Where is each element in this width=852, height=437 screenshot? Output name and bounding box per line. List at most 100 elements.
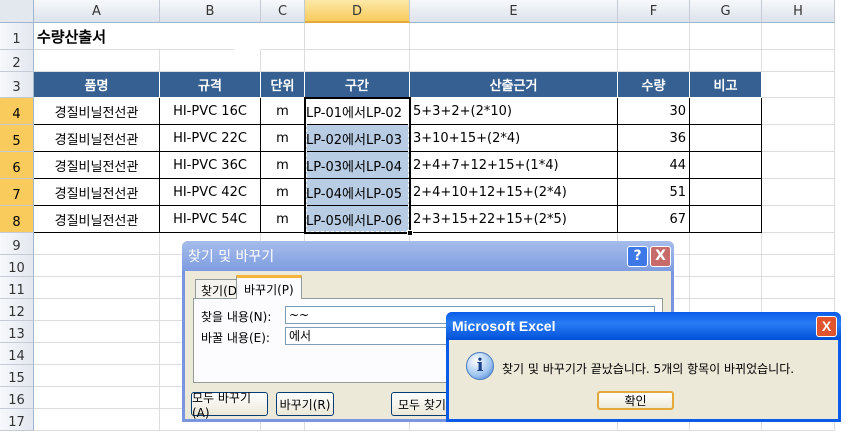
table-header[interactable]: 수량	[618, 72, 690, 98]
column-header-B[interactable]: B	[160, 0, 261, 23]
table-cell[interactable]: 5+3+2+(2*10)	[410, 98, 618, 125]
replace-all-button[interactable]: 모두 바꾸기(A)	[191, 391, 268, 420]
cell[interactable]	[690, 50, 762, 72]
cell[interactable]	[762, 72, 835, 98]
table-cell[interactable]: 36	[618, 125, 690, 152]
cell[interactable]	[34, 299, 160, 321]
table-header[interactable]: 규격	[160, 72, 261, 98]
row-header-9[interactable]: 9	[0, 233, 34, 255]
row-header-2[interactable]: 2	[0, 50, 34, 72]
table-cell[interactable]: 2+4+10+12+15+(2*4)	[410, 179, 618, 206]
table-cell[interactable]	[690, 98, 762, 125]
table-cell[interactable]: LP-05에서LP-06	[305, 206, 410, 233]
table-cell[interactable]: LP-02에서LP-03	[305, 125, 410, 152]
table-cell[interactable]: 51	[618, 179, 690, 206]
cell[interactable]	[762, 152, 835, 179]
cell[interactable]	[762, 98, 835, 125]
cell[interactable]	[762, 233, 835, 255]
select-all-button[interactable]	[0, 0, 34, 23]
table-cell[interactable]	[690, 125, 762, 152]
fill-handle[interactable]	[407, 230, 413, 236]
table-cell[interactable]: 경질비닐전선관	[34, 179, 160, 206]
cell[interactable]	[34, 50, 160, 72]
table-cell[interactable]	[690, 152, 762, 179]
table-cell[interactable]: HI-PVC 42C	[160, 179, 261, 206]
cell[interactable]	[34, 343, 160, 365]
column-header-H[interactable]: H	[762, 0, 835, 23]
table-cell[interactable]: 경질비닐전선관	[34, 152, 160, 179]
table-cell[interactable]: m	[261, 98, 305, 125]
cell[interactable]	[762, 277, 835, 299]
cell[interactable]	[34, 233, 160, 255]
table-cell[interactable]	[690, 206, 762, 233]
table-cell[interactable]	[690, 179, 762, 206]
table-cell[interactable]: LP-01에서LP-02	[305, 98, 410, 125]
row-header-12[interactable]: 12	[0, 299, 34, 321]
row-header-4[interactable]: 4	[0, 98, 34, 125]
table-cell[interactable]: 2+4+7+12+15+(1*4)	[410, 152, 618, 179]
column-header-A[interactable]: A	[34, 0, 160, 23]
cell[interactable]	[762, 179, 835, 206]
table-cell[interactable]: 3+10+15+(2*4)	[410, 125, 618, 152]
column-header-G[interactable]: G	[690, 0, 762, 23]
table-cell[interactable]: HI-PVC 54C	[160, 206, 261, 233]
tab-replace[interactable]: 바꾸기(P)	[236, 275, 302, 299]
cell[interactable]	[762, 23, 835, 50]
table-cell[interactable]: 2+3+15+22+15+(2*5)	[410, 206, 618, 233]
table-cell[interactable]: 44	[618, 152, 690, 179]
table-header[interactable]: 품명	[34, 72, 160, 98]
table-header[interactable]: 산출근거	[410, 72, 618, 98]
column-header-F[interactable]: F	[618, 0, 690, 23]
cell[interactable]	[690, 277, 762, 299]
cell[interactable]	[410, 23, 618, 50]
cell[interactable]	[618, 23, 690, 50]
find-replace-titlebar[interactable]: 찾기 및 바꾸기 ? X	[182, 241, 674, 271]
row-header-6[interactable]: 6	[0, 152, 34, 179]
table-cell[interactable]: HI-PVC 22C	[160, 125, 261, 152]
cell[interactable]	[34, 387, 160, 409]
close-button[interactable]: X	[816, 316, 837, 337]
row-header-14[interactable]: 14	[0, 343, 34, 365]
table-cell[interactable]: m	[261, 152, 305, 179]
cell[interactable]	[690, 23, 762, 50]
cell[interactable]	[34, 277, 160, 299]
cell[interactable]	[160, 50, 261, 72]
row-header-8[interactable]: 8	[0, 206, 34, 233]
replace-button[interactable]: 바꾸기(R)	[276, 392, 334, 416]
table-header[interactable]: 단위	[261, 72, 305, 98]
cell[interactable]	[261, 50, 305, 72]
cell[interactable]	[305, 50, 410, 72]
row-header-5[interactable]: 5	[0, 125, 34, 152]
table-cell[interactable]: LP-04에서LP-05	[305, 179, 410, 206]
row-header-1[interactable]: 1	[0, 23, 34, 50]
ok-button[interactable]: 확인	[597, 391, 674, 410]
cell[interactable]	[762, 255, 835, 277]
row-header-11[interactable]: 11	[0, 277, 34, 299]
column-header-C[interactable]: C	[261, 0, 305, 23]
row-header-13[interactable]: 13	[0, 321, 34, 343]
table-cell[interactable]: 30	[618, 98, 690, 125]
cell[interactable]	[34, 409, 160, 431]
cell[interactable]	[762, 50, 835, 72]
row-header-3[interactable]: 3	[0, 72, 34, 98]
row-header-7[interactable]: 7	[0, 179, 34, 206]
row-header-10[interactable]: 10	[0, 255, 34, 277]
cell[interactable]	[762, 125, 835, 152]
cell[interactable]	[410, 50, 618, 72]
table-cell[interactable]: m	[261, 125, 305, 152]
table-cell[interactable]: 경질비닐전선관	[34, 125, 160, 152]
cell[interactable]	[690, 255, 762, 277]
table-cell[interactable]: HI-PVC 16C	[160, 98, 261, 125]
row-header-17[interactable]: 17	[0, 409, 34, 431]
table-cell[interactable]: m	[261, 179, 305, 206]
table-header[interactable]: 구간	[305, 72, 410, 98]
table-cell[interactable]: 67	[618, 206, 690, 233]
cell[interactable]	[762, 206, 835, 233]
help-button[interactable]: ?	[627, 246, 648, 267]
cell[interactable]	[34, 365, 160, 387]
cell[interactable]	[261, 23, 305, 50]
row-header-15[interactable]: 15	[0, 365, 34, 387]
table-cell[interactable]: m	[261, 206, 305, 233]
cell[interactable]	[34, 255, 160, 277]
table-cell[interactable]: 경질비닐전선관	[34, 206, 160, 233]
